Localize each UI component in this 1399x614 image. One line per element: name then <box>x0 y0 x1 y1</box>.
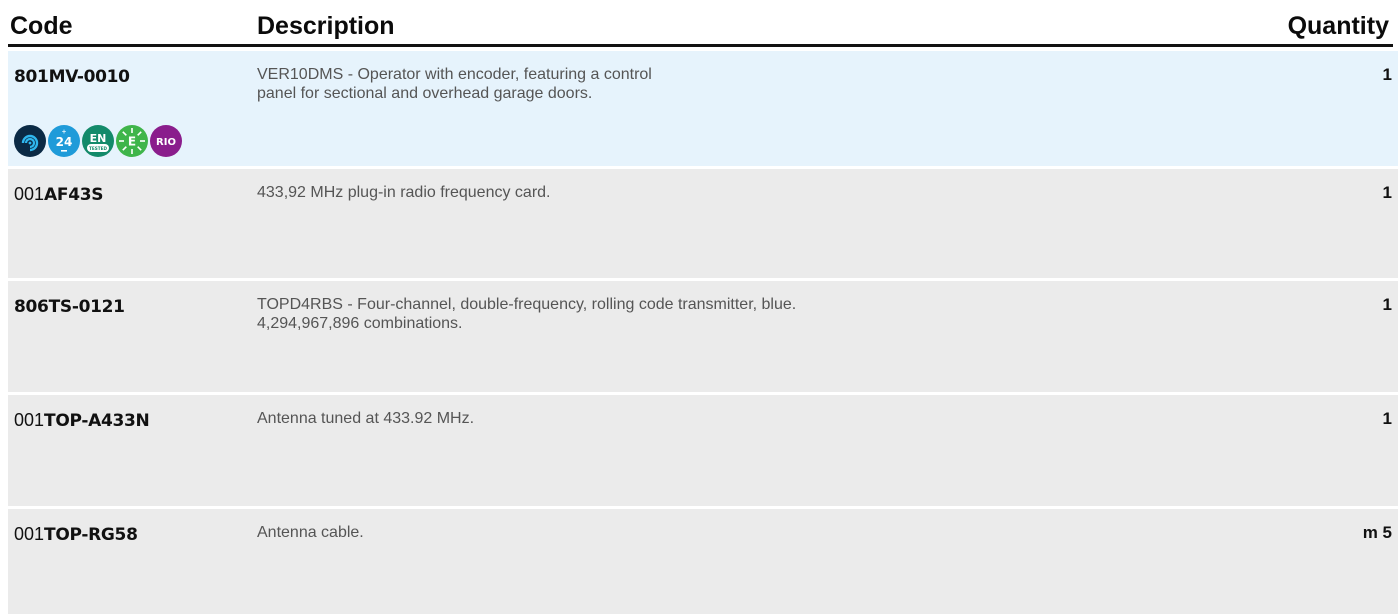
product-code: 001TOP-RG58 <box>14 524 138 545</box>
code-main: TOP-A433N <box>44 411 150 431</box>
product-description: VER10DMS - Operator with encoder, featur… <box>257 65 1017 103</box>
header-code: Code <box>10 12 73 40</box>
product-code: 806TS-0121 <box>14 296 125 317</box>
wifi-swirl-icon <box>14 125 46 157</box>
header-divider <box>8 44 1393 47</box>
header-quantity: Quantity <box>1287 12 1389 40</box>
description-line: 4,294,967,896 combinations. <box>257 315 463 332</box>
svg-text:EN: EN <box>90 132 107 145</box>
description-line: TOPD4RBS - Four-channel, double-frequenc… <box>257 296 797 313</box>
product-description: 433,92 MHz plug-in radio frequency card. <box>257 183 1017 202</box>
description-line: panel for sectional and overhead garage … <box>257 85 593 102</box>
svg-text:RIO: RIO <box>156 137 176 148</box>
product-code: 001AF43S <box>14 184 104 205</box>
product-quantity: m 5 <box>1362 523 1392 542</box>
table-row: 001AF43S 433,92 MHz plug-in radio freque… <box>8 169 1398 278</box>
code-main: 801MV-0010 <box>14 67 130 87</box>
code-main: 806TS-0121 <box>14 297 125 317</box>
product-description: TOPD4RBS - Four-channel, double-frequenc… <box>257 295 1017 333</box>
description-line: Antenna tuned at 433.92 MHz. <box>257 410 475 427</box>
code-prefix: 001 <box>14 184 45 204</box>
header-description: Description <box>257 12 395 40</box>
table-row: 001TOP-A433N Antenna tuned at 433.92 MHz… <box>8 395 1398 506</box>
en-tested-icon: EN TESTED <box>82 125 114 157</box>
product-quantity: 1 <box>1382 65 1392 84</box>
table-row: 806TS-0121 TOPD4RBS - Four-channel, doub… <box>8 281 1398 392</box>
code-prefix: 001 <box>14 524 45 544</box>
svg-text:24: 24 <box>56 135 73 149</box>
description-line: Antenna cable. <box>257 524 364 541</box>
svg-text:E: E <box>128 135 136 149</box>
product-code: 001TOP-A433N <box>14 410 150 431</box>
product-quantity: 1 <box>1382 183 1392 202</box>
code-main: TOP-RG58 <box>44 525 138 545</box>
product-quantity: 1 <box>1382 295 1392 314</box>
energy-saving-icon: E <box>116 125 148 157</box>
description-line: 433,92 MHz plug-in radio frequency card. <box>257 184 551 201</box>
description-line: VER10DMS - Operator with encoder, featur… <box>257 66 652 83</box>
table-row: 001TOP-RG58 Antenna cable. m 5 <box>8 509 1398 614</box>
product-code: 801MV-0010 <box>14 66 130 87</box>
code-prefix: 001 <box>14 410 45 430</box>
24v-icon: + 24 <box>48 125 80 157</box>
table-row: 801MV-0010 VER10DMS - Operator with enco… <box>8 51 1398 166</box>
svg-text:TESTED: TESTED <box>89 146 107 151</box>
code-main: AF43S <box>44 185 104 205</box>
product-quantity: 1 <box>1382 409 1392 428</box>
product-description: Antenna cable. <box>257 523 1017 542</box>
table-header: Code Description Quantity <box>0 0 1399 47</box>
product-description: Antenna tuned at 433.92 MHz. <box>257 409 1017 428</box>
rio-icon: RIO <box>150 125 182 157</box>
